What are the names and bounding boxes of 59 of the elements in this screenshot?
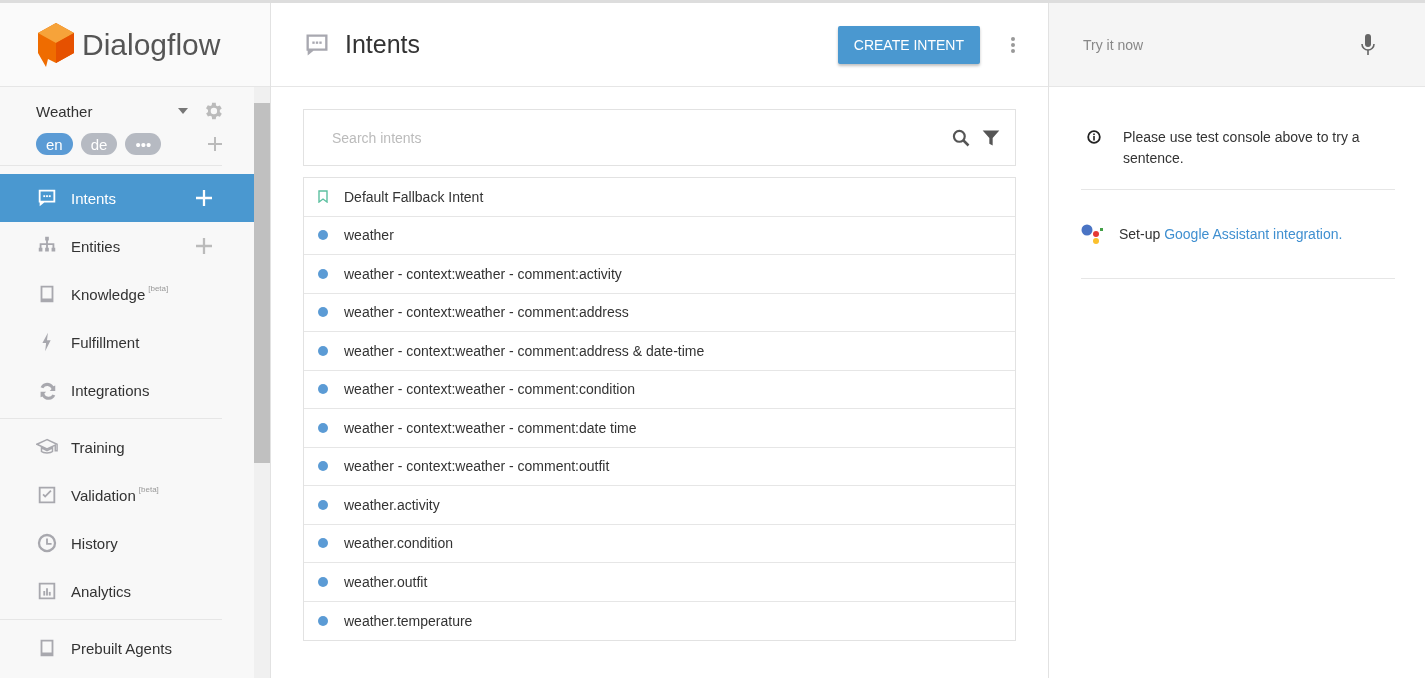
beta-label: [beta] [148,284,169,293]
intent-dot-icon [318,576,328,587]
search-input[interactable]: Search intents [330,128,941,147]
chart-icon [36,580,58,602]
sidebar-item[interactable]: Analytics [0,567,254,615]
more-icon[interactable] [1010,35,1016,54]
intent-dot-icon [318,422,328,433]
intent-row[interactable]: weather - context:weather - comment:activity [304,255,1015,294]
scrollbar[interactable] [254,87,270,678]
add-icon[interactable] [196,238,212,254]
intent-row[interactable]: weather - context:weather - comment:condition [304,370,1015,409]
intent-row[interactable]: weather - context:weather - comment:address & date-time [304,332,1015,371]
setup-text: Set-up Google Assistant integration. [1119,226,1343,242]
agent-selector[interactable]: Weather [36,102,164,120]
sidebar-item[interactable]: Training [0,423,254,471]
intent-dot-icon [318,230,328,241]
page-title: Intents [345,30,421,59]
add-language-icon[interactable] [208,137,222,151]
intent-dot-icon [318,461,328,472]
intent-dot-icon [318,307,328,318]
sidebar-item[interactable]: History [0,519,254,567]
intent-row[interactable]: weather.temperature [304,601,1015,640]
intent-row[interactable]: weather.outfit [304,563,1015,602]
search-field[interactable]: Search intents [303,109,1016,166]
logo-icon [36,20,76,69]
logo-text: Dialogflow [82,27,221,62]
sidebar-item[interactable]: Prebuilt Agents [0,624,254,672]
intent-row[interactable]: weather - context:weather - comment:outfit [304,447,1015,486]
intent-dot-icon [318,538,328,549]
info-icon [1087,130,1101,144]
intent-dot-icon [318,345,328,356]
sidebar-item[interactable]: Entities [0,222,254,270]
sidebar-item[interactable]: Fulfillment [0,318,254,366]
intent-row[interactable]: weather.activity [304,486,1015,525]
sidebar-item[interactable]: Integrations [0,366,254,414]
add-icon[interactable] [196,190,212,206]
intent-dot-icon [318,384,328,395]
search-icon[interactable] [951,127,971,148]
intent-row[interactable]: weather [304,216,1015,255]
notice-text: Please use test console above to try a sentence. [1123,128,1361,168]
beta-label: [beta] [138,485,159,494]
intent-dot-icon [318,268,328,279]
google-assistant-link[interactable]: Google Assistant integration. [1164,226,1343,242]
intent-row[interactable]: weather - context:weather - comment:date time [304,409,1015,448]
intent-row[interactable]: weather - context:weather - comment:address [304,293,1015,332]
assistant-icon [1081,223,1105,245]
caret-icon[interactable] [178,108,188,114]
microphone-icon[interactable] [1361,33,1375,56]
intent-dot-icon [318,499,328,510]
test-input-field[interactable]: Try it now [1081,35,1361,54]
chat-icon [36,187,58,209]
bookmark-icon [318,190,328,204]
intent-row[interactable]: weather.condition [304,524,1015,563]
sidebar-item[interactable]: Knowledge $^{[beta]}$ [0,270,254,318]
intent-dot-icon [318,615,328,626]
intent-row[interactable]: Default Fallback Intent [304,178,1015,217]
check-icon [36,484,58,506]
clock-icon [36,532,58,554]
sidebar-item[interactable]: Validation $^{[beta]}$ [0,471,254,519]
